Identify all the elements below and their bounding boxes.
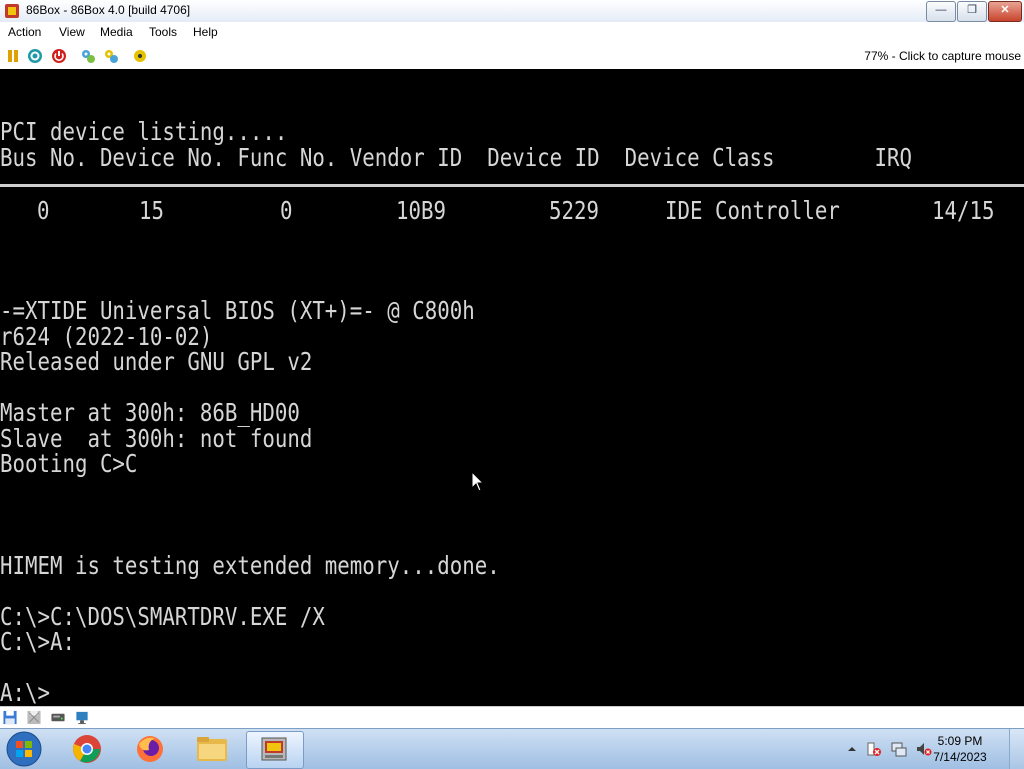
- 86box-icon: [261, 737, 287, 761]
- toolbar: 77% - Click to capture mouse: [0, 43, 1024, 70]
- network-icon[interactable]: [74, 710, 90, 725]
- reset-icon[interactable]: [27, 48, 43, 64]
- close-button[interactable]: ✕: [988, 1, 1022, 22]
- hard-disk-icon[interactable]: [50, 710, 66, 725]
- clock-date: 7/14/2023: [933, 750, 987, 764]
- minimize-button[interactable]: —: [926, 1, 956, 22]
- dos-prompt[interactable]: A:\>: [0, 680, 50, 706]
- menu-media[interactable]: Media: [100, 25, 133, 39]
- title-bar: 86Box - 86Box 4.0 [build 4706] — ❐ ✕: [0, 0, 1024, 23]
- show-hidden-icons-icon[interactable]: [844, 741, 860, 757]
- show-desktop-button[interactable]: [1009, 729, 1024, 769]
- pci-vendor: 10B9: [396, 196, 446, 225]
- xtide-title: -=XTIDE Universal BIOS (XT+)=- @ C800h: [0, 296, 475, 325]
- himem-status: HIMEM is testing extended memory...done.: [0, 551, 500, 580]
- window-title: 86Box - 86Box 4.0 [build 4706]: [26, 3, 191, 17]
- 86box-app-icon: [5, 4, 19, 18]
- clock-time: 5:09 PM: [937, 734, 983, 748]
- menu-action[interactable]: Action: [8, 25, 41, 39]
- mouse-cursor-icon: [471, 471, 485, 492]
- mouse-capture-status[interactable]: 77% - Click to capture mouse: [864, 49, 1021, 63]
- taskbar-86box[interactable]: [246, 731, 304, 769]
- taskbar-chrome[interactable]: [60, 731, 116, 767]
- ctrl-alt-del-icon[interactable]: [103, 48, 119, 64]
- pci-title: PCI device listing.....: [0, 117, 288, 146]
- menu-bar: Action View Media Tools Help: [0, 22, 1024, 43]
- action-center-icon[interactable]: [866, 741, 882, 757]
- pci-header: Bus No. Device No. Func No. Vendor ID De…: [0, 143, 912, 172]
- windows-start-icon[interactable]: [4, 730, 44, 768]
- status-bar: [0, 706, 1024, 729]
- firefox-icon: [137, 736, 163, 762]
- power-icon[interactable]: [51, 48, 67, 64]
- maximize-button[interactable]: ❐: [957, 1, 987, 22]
- pause-icon[interactable]: [5, 48, 21, 64]
- file-explorer-icon: [197, 737, 227, 761]
- pci-device-id: 5229: [549, 196, 599, 225]
- pci-device: 15: [139, 196, 164, 225]
- pci-bus: 0: [37, 196, 50, 225]
- taskbar: 5:09 PM 7/14/2023: [0, 728, 1024, 769]
- drive-a-command: C:\>A:: [0, 627, 75, 656]
- menu-view[interactable]: View: [59, 25, 85, 39]
- emulator-screen[interactable]: PCI device listing..... Bus No. Device N…: [0, 69, 1024, 706]
- taskbar-explorer[interactable]: [184, 731, 240, 767]
- xtide-license: Released under GNU GPL v2: [0, 347, 313, 376]
- pci-func: 0: [280, 196, 293, 225]
- network-tray-icon[interactable]: [891, 741, 907, 757]
- settings-icon[interactable]: [80, 48, 96, 64]
- pci-irq: 14/15: [932, 196, 995, 225]
- pci-divider: [0, 184, 1024, 187]
- ctrl-alt-esc-icon[interactable]: [132, 48, 148, 64]
- floppy-icon[interactable]: [2, 710, 18, 725]
- boot-status: Booting C>C: [0, 449, 138, 478]
- master-drive: Master at 300h: 86B_HD00: [0, 398, 300, 427]
- taskbar-clock[interactable]: 5:09 PM 7/14/2023: [930, 733, 990, 765]
- menu-help[interactable]: Help: [193, 25, 218, 39]
- menu-tools[interactable]: Tools: [149, 25, 177, 39]
- chrome-icon: [73, 735, 101, 763]
- pci-class: IDE Controller: [665, 196, 840, 225]
- taskbar-firefox[interactable]: [122, 731, 178, 767]
- floppy-empty-icon[interactable]: [26, 710, 42, 725]
